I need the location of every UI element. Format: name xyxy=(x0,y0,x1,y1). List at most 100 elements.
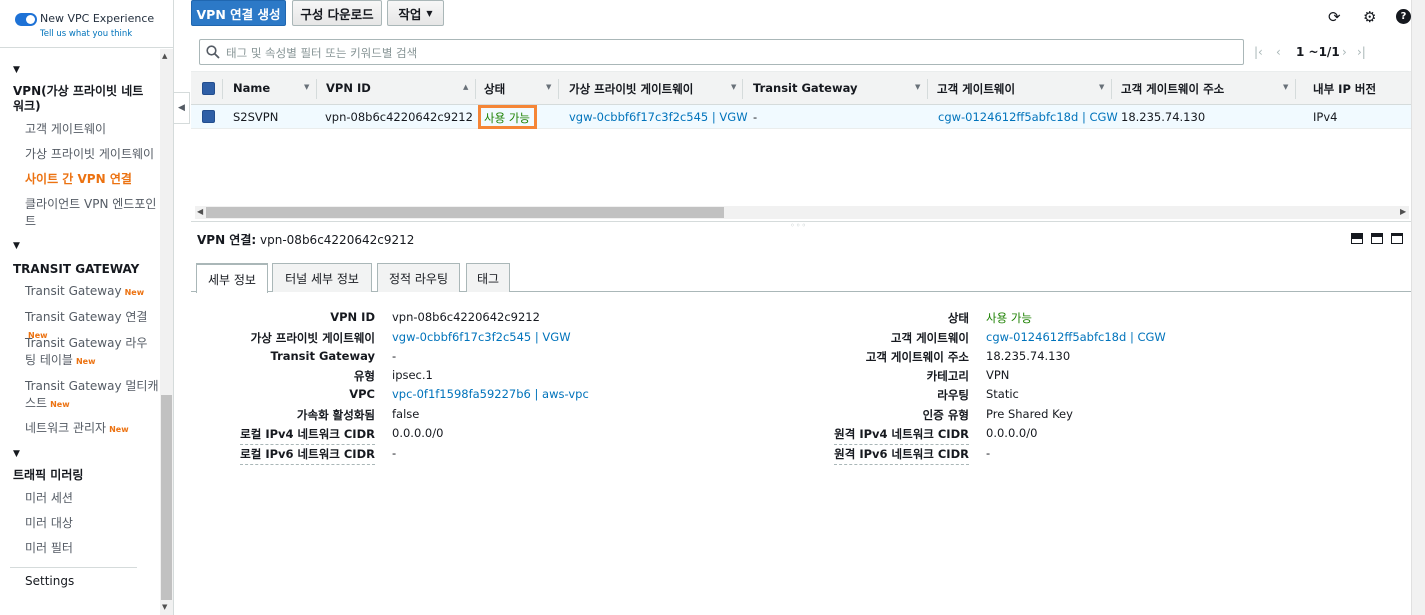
column-separator xyxy=(1111,79,1112,99)
tab-tunnel-details[interactable]: 터널 세부 정보 xyxy=(272,263,372,292)
sort-icon[interactable]: ▼ xyxy=(304,83,309,91)
drag-handle-icon[interactable]: ◦◦◦ xyxy=(790,221,807,230)
first-page-icon[interactable]: |‹ xyxy=(1254,45,1263,59)
download-configuration-button[interactable]: 구성 다운로드 xyxy=(292,0,382,26)
sort-ascending-icon[interactable]: ▲ xyxy=(463,83,468,91)
detail-value-vgw-link[interactable]: vgw-0cbbf6f17c3f2c545 | VGW xyxy=(392,330,571,344)
detail-value: - xyxy=(986,446,991,460)
scroll-right-icon[interactable]: ▶ xyxy=(1400,207,1406,216)
row-checkbox[interactable] xyxy=(202,110,215,123)
new-badge: New xyxy=(75,357,96,366)
sort-icon[interactable]: ▼ xyxy=(1099,83,1104,91)
collapse-mirror-icon[interactable]: ▼ xyxy=(13,449,20,459)
sidebar-scrollbar-thumb[interactable] xyxy=(161,395,172,600)
column-header-ip-version[interactable]: 내부 IP 버전 xyxy=(1313,81,1376,97)
detail-value: Pre Shared Key xyxy=(986,407,1073,421)
table-header: Name ▼ VPN ID ▲ 상태 ▼ 가상 프라이빗 게이트웨이 ▼ Tra… xyxy=(191,71,1411,105)
column-separator xyxy=(222,79,223,99)
section-traffic-mirroring[interactable]: 트래픽 미러링 xyxy=(13,468,153,483)
sidebar-item-mirror-targets[interactable]: 미러 대상 xyxy=(25,515,160,532)
column-header-tgw[interactable]: Transit Gateway xyxy=(753,81,858,95)
scroll-down-icon[interactable]: ▼ xyxy=(162,603,167,611)
sidebar-item-mirror-sessions[interactable]: 미러 세션 xyxy=(25,490,160,507)
sort-icon[interactable]: ▼ xyxy=(546,83,551,91)
collapse-tgw-icon[interactable]: ▼ xyxy=(13,241,20,251)
sidebar-item-label: 네트워크 관리자 xyxy=(25,421,107,435)
sidebar-item-mirror-filters[interactable]: 미러 필터 xyxy=(25,540,160,557)
sidebar-item-tgw-route-tables[interactable]: Transit Gateway 라우팅 테이블 New xyxy=(25,335,153,370)
column-header-name[interactable]: Name xyxy=(233,81,270,95)
sidebar-divider xyxy=(10,567,137,568)
collapse-sidebar-button[interactable]: ◀ xyxy=(174,92,190,124)
scroll-left-icon[interactable]: ◀ xyxy=(197,207,203,216)
new-badge: New xyxy=(50,400,70,409)
detail-value-vpc-link[interactable]: vpc-0f1f1598fa59227b6 | aws-vpc xyxy=(392,387,589,401)
column-header-vpn-id[interactable]: VPN ID xyxy=(326,81,371,95)
sidebar-item-client-vpn-endpoints[interactable]: 클라이언트 VPN 엔드포인트 xyxy=(25,196,160,230)
sort-icon[interactable]: ▼ xyxy=(1283,83,1288,91)
column-header-cgw[interactable]: 고객 게이트웨이 xyxy=(937,81,1015,97)
detail-key: 원격 IPv4 네트워크 CIDR xyxy=(834,426,969,445)
section-vpn[interactable]: VPN(가상 프라이빗 네트워크) xyxy=(13,84,153,114)
column-header-vgw[interactable]: 가상 프라이빗 게이트웨이 xyxy=(569,81,693,97)
details-tabs: 세부 정보 터널 세부 정보 정적 라우팅 태그 xyxy=(191,262,1411,293)
sidebar-item-label: Transit Gateway 멀티캐스트 xyxy=(25,379,159,410)
column-separator xyxy=(558,79,559,99)
collapse-vpn-icon[interactable]: ▼ xyxy=(13,65,20,75)
sort-icon[interactable]: ▼ xyxy=(731,83,736,91)
search-icon xyxy=(206,45,220,59)
detail-key: VPN ID xyxy=(330,310,375,324)
sidebar-item-customer-gateways[interactable]: 고객 게이트웨이 xyxy=(25,121,160,138)
column-header-state[interactable]: 상태 xyxy=(484,81,505,97)
sidebar-item-network-manager[interactable]: 네트워크 관리자 New xyxy=(25,420,160,438)
refresh-icon[interactable]: ⟳ xyxy=(1328,8,1341,26)
detail-value: 0.0.0.0/0 xyxy=(986,426,1038,440)
sidebar-item-transit-gateways[interactable]: Transit Gateway New xyxy=(25,283,160,301)
detail-key: 유형 xyxy=(353,369,375,383)
page-scrollbar[interactable] xyxy=(1411,0,1425,615)
scroll-up-icon[interactable]: ▲ xyxy=(162,52,167,60)
gear-icon[interactable]: ⚙ xyxy=(1363,8,1376,26)
help-icon[interactable]: ? xyxy=(1396,9,1411,24)
cell-vgw-link[interactable]: vgw-0cbbf6f17c3f2c545 | VGW xyxy=(569,110,748,124)
detail-key: 원격 IPv6 네트워크 CIDR xyxy=(834,446,969,465)
detail-key: 가상 프라이빗 게이트웨이 xyxy=(250,331,375,345)
detail-key: 로컬 IPv6 네트워크 CIDR xyxy=(240,446,375,465)
sidebar-item-settings[interactable]: Settings xyxy=(25,573,160,590)
select-all-checkbox[interactable] xyxy=(202,82,215,95)
last-page-icon[interactable]: ›| xyxy=(1357,45,1366,59)
detail-value: ipsec.1 xyxy=(392,368,433,382)
new-experience-toggle[interactable] xyxy=(15,13,37,26)
detail-value-state: 사용 가능 xyxy=(986,311,1032,325)
detail-value-cgw-link[interactable]: cgw-0124612ff5abfc18d | CGW xyxy=(986,330,1166,344)
create-vpn-connection-button[interactable]: VPN 연결 생성 xyxy=(191,0,286,26)
layout-split-half-icon[interactable] xyxy=(1371,233,1383,244)
pagination-text: 1 ~1/1 xyxy=(1296,45,1340,59)
layout-full-icon[interactable] xyxy=(1391,233,1403,244)
feedback-link[interactable]: Tell us what you think xyxy=(40,29,132,39)
tab-details[interactable]: 세부 정보 xyxy=(196,263,268,293)
sidebar-item-tgw-multicast[interactable]: Transit Gateway 멀티캐스트 New xyxy=(25,378,160,413)
next-page-icon[interactable]: › xyxy=(1342,45,1347,59)
detail-key: 인증 유형 xyxy=(922,408,969,422)
sidebar: New VPC Experience Tell us what you thin… xyxy=(0,0,174,615)
tab-tags[interactable]: 태그 xyxy=(466,263,510,292)
sidebar-item-site-to-site-vpn[interactable]: 사이트 간 VPN 연결 xyxy=(25,171,160,188)
search-input[interactable]: 태그 및 속성별 필터 또는 키워드별 검색 xyxy=(199,39,1244,65)
layout-split-bottom-icon[interactable] xyxy=(1351,233,1363,244)
cell-cgw-link[interactable]: cgw-0124612ff5abfc18d | CGW xyxy=(938,110,1118,124)
column-separator xyxy=(475,79,476,99)
detail-key: 가속화 활성화됨 xyxy=(296,408,375,422)
prev-page-icon[interactable]: ‹ xyxy=(1276,45,1281,59)
section-transit-gateway[interactable]: TRANSIT GATEWAY xyxy=(13,262,153,277)
horizontal-scrollbar-thumb[interactable] xyxy=(206,207,724,218)
column-header-cgw-address[interactable]: 고객 게이트웨이 주소 xyxy=(1121,81,1224,97)
column-separator xyxy=(927,79,928,99)
actions-button[interactable]: 작업 ▼ xyxy=(387,0,444,26)
tab-static-routes[interactable]: 정적 라우팅 xyxy=(377,263,460,292)
toolbar: VPN 연결 생성 구성 다운로드 작업 ▼ ⟳ ⚙ ? xyxy=(191,0,1425,34)
detail-value: 18.235.74.130 xyxy=(986,349,1071,363)
sidebar-item-virtual-private-gateways[interactable]: 가상 프라이빗 게이트웨이 xyxy=(25,146,160,163)
table-row[interactable]: S2SVPN vpn-08b6c4220642c9212 사용 가능 vgw-0… xyxy=(191,105,1411,129)
sort-icon[interactable]: ▼ xyxy=(915,83,920,91)
